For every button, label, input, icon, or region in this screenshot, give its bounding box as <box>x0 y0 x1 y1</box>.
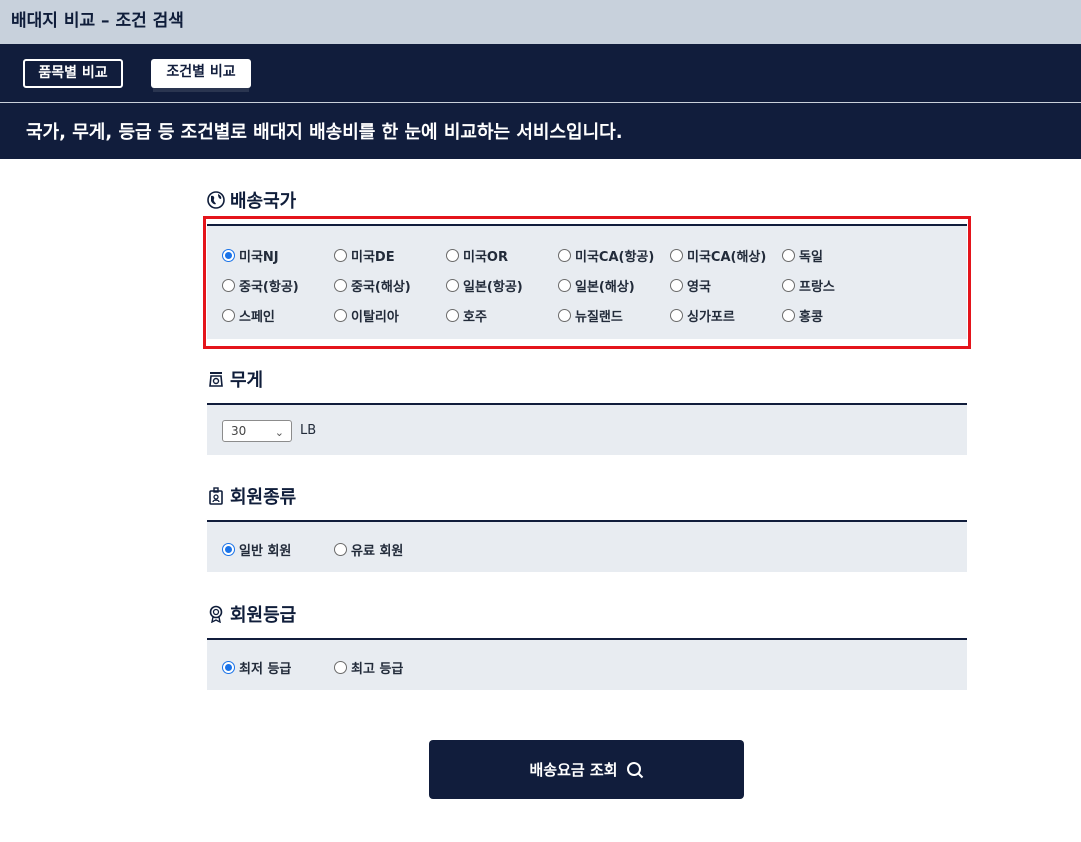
medal-icon <box>209 605 223 623</box>
active-tab-indicator <box>153 88 249 92</box>
membership-panel: 일반 회원 유료 회원 <box>207 520 967 572</box>
radio-label: 최고 등급 <box>351 662 404 677</box>
tab-condition-compare[interactable]: 조건별 비교 <box>151 59 251 88</box>
tab-item-compare[interactable]: 품목별 비교 <box>23 59 123 88</box>
radio-label: 유료 회원 <box>351 544 404 559</box>
weight-section-title: 무게 <box>207 366 263 392</box>
search-icon <box>626 761 643 778</box>
grade-section-title: 회원등급 <box>207 601 296 627</box>
grade-option[interactable]: 최고 등급 <box>334 658 446 677</box>
radio-button[interactable] <box>222 543 235 556</box>
radio-label: 최저 등급 <box>239 662 292 677</box>
page-title: 배대지 비교 – 조건 검색 <box>11 11 184 31</box>
radio-button[interactable] <box>334 661 347 674</box>
weight-icon <box>209 372 223 387</box>
membership-radio-row: 일반 회원 유료 회원 <box>222 540 446 559</box>
search-rates-button[interactable]: 배송요금 조회 <box>429 740 744 799</box>
membership-option[interactable]: 일반 회원 <box>222 540 334 559</box>
globe-icon <box>207 191 225 209</box>
weight-select[interactable]: 30 ⌄ <box>222 420 292 442</box>
service-description: 국가, 무게, 등급 등 조건별로 배대지 배송비를 한 눈에 비교하는 서비스… <box>26 122 623 143</box>
grade-option[interactable]: 최저 등급 <box>222 658 334 677</box>
radio-label: 일반 회원 <box>239 544 292 559</box>
country-section-title: 배송국가 <box>207 187 296 213</box>
weight-select-value: 30 <box>231 424 247 438</box>
membership-title: 회원종류 <box>230 487 297 508</box>
radio-button[interactable] <box>222 661 235 674</box>
search-button-label: 배송요금 조회 <box>529 761 618 779</box>
grade-title: 회원등급 <box>230 605 297 626</box>
country-highlight-box <box>203 216 971 349</box>
grade-panel: 최저 등급 최고 등급 <box>207 638 967 690</box>
grade-radio-row: 최저 등급 최고 등급 <box>222 658 446 677</box>
country-title: 배송국가 <box>230 191 297 212</box>
weight-title: 무게 <box>230 370 264 391</box>
chevron-down-icon: ⌄ <box>274 426 284 439</box>
radio-button[interactable] <box>334 543 347 556</box>
badge-icon <box>209 487 223 505</box>
membership-section-title: 회원종류 <box>207 483 296 509</box>
weight-unit: LB <box>300 423 317 438</box>
weight-panel: 30 ⌄ LB <box>207 403 967 455</box>
nav-divider <box>0 102 1081 103</box>
navbar: 품목별 비교 조건별 비교 국가, 무게, 등급 등 조건별로 배대지 배송비를… <box>0 44 1081 159</box>
membership-option[interactable]: 유료 회원 <box>334 540 446 559</box>
title-bar: 배대지 비교 – 조건 검색 <box>0 0 1081 44</box>
